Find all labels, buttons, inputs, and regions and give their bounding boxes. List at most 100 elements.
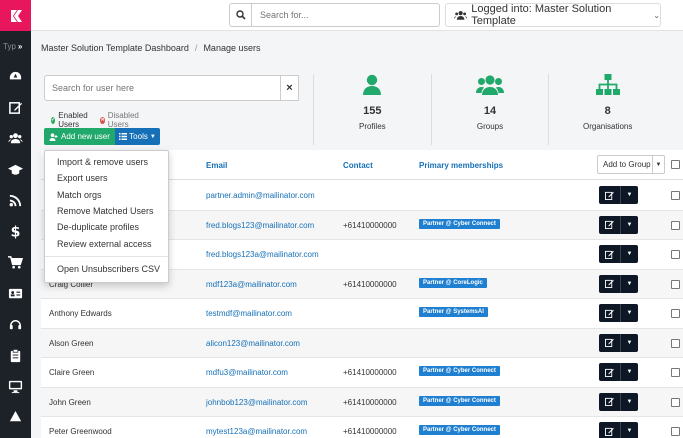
id-card-icon[interactable] [0, 278, 31, 309]
tools-button[interactable]: Tools ▼ [115, 128, 160, 145]
column-contact[interactable]: Contact [343, 161, 373, 170]
row-actions-caret-icon[interactable]: ▼ [621, 369, 638, 375]
user-email[interactable]: fred.blogs123@mailinator.com [206, 221, 314, 230]
row-checkbox[interactable] [671, 368, 680, 377]
add-to-group-caret-icon[interactable]: ▼ [652, 155, 665, 174]
user-email[interactable]: mdf123a@mailinator.com [206, 280, 297, 289]
user-name[interactable]: Peter Greenwood [49, 427, 112, 436]
membership-badge: Partner @ CoreLogic [419, 277, 487, 288]
table-row[interactable]: Anthony Edwards testmdf@mailinator.com Par… [41, 299, 683, 329]
expand-icon[interactable]: » [18, 42, 22, 51]
edit-button[interactable] [599, 363, 621, 381]
add-new-user-label: Add new user [61, 132, 110, 141]
menu-item-remove-matched-users[interactable]: Remove Matched Users [45, 203, 168, 219]
tools-label: Tools [129, 132, 148, 141]
row-actions-caret-icon[interactable]: ▼ [621, 428, 638, 434]
row-actions-caret-icon[interactable]: ▼ [621, 222, 638, 228]
membership-badge: Partner @ Cyber Connect [419, 395, 500, 406]
row-actions-caret-icon[interactable]: ▼ [621, 251, 638, 257]
dashboard-icon[interactable] [0, 61, 31, 92]
row-actions-caret-icon[interactable]: ▼ [621, 192, 638, 198]
select-all-checkbox[interactable] [671, 160, 680, 169]
user-email[interactable]: johnbob123@mailinator.com [206, 398, 308, 407]
table-row[interactable]: Claire Green mdfu3@mailinator.com +6141000… [41, 358, 683, 388]
row-checkbox[interactable] [671, 338, 680, 348]
edit-button[interactable] [599, 304, 621, 322]
row-checkbox[interactable] [671, 427, 680, 436]
monitor-icon[interactable] [0, 371, 31, 402]
user-email[interactable]: testmdf@mailinator.com [206, 309, 292, 318]
column-primary-memberships[interactable]: Primary memberships [419, 161, 503, 170]
row-checkbox[interactable] [671, 220, 680, 230]
edit-button[interactable] [599, 422, 621, 438]
row-actions-caret-icon[interactable]: ▼ [621, 340, 638, 346]
dollar-icon[interactable]: $ [0, 216, 31, 247]
org-chart-icon [595, 74, 620, 95]
row-checkbox[interactable] [671, 397, 680, 407]
edit-button[interactable] [599, 392, 621, 411]
edit-icon[interactable] [0, 92, 31, 123]
user-name[interactable]: Anthony Edwards [49, 309, 112, 318]
menu-item-export-users[interactable]: Export users [45, 170, 168, 186]
rss-icon[interactable] [0, 185, 31, 216]
clipboard-icon[interactable] [0, 340, 31, 371]
global-search-input[interactable] [251, 3, 440, 27]
breadcrumb-dashboard[interactable]: Master Solution Template Dashboard [41, 43, 189, 53]
table-row[interactable]: Alson Green alicon123@mailinator.com ▼ [41, 328, 683, 358]
row-actions: ▼ [599, 215, 638, 234]
stat-groups-label: Groups [476, 122, 504, 131]
row-checkbox[interactable] [671, 191, 680, 200]
user-email[interactable]: fred.blogs123a@mailinator.com [206, 250, 319, 259]
user-email[interactable]: mdfu3@mailinator.com [206, 368, 288, 377]
table-row[interactable]: Peter Greenwood mytest123a@mailinator.com… [41, 417, 683, 438]
edit-button[interactable] [599, 186, 621, 204]
user-name[interactable]: Claire Green [49, 368, 94, 377]
row-actions-caret-icon[interactable]: ▼ [621, 281, 638, 287]
row-checkbox[interactable] [671, 279, 680, 289]
search-icon [235, 10, 246, 20]
user-email[interactable]: alicon123@mailinator.com [206, 339, 300, 348]
add-new-user-button[interactable]: Add new user [44, 128, 115, 145]
menu-item-deduplicate-profiles[interactable]: De-duplicate profiles [45, 219, 168, 235]
edit-button[interactable] [599, 245, 621, 263]
graduation-cap-icon[interactable] [0, 154, 31, 185]
cart-icon[interactable] [0, 247, 31, 278]
user-name[interactable]: John Green [49, 398, 91, 407]
row-actions: ▼ [599, 392, 638, 411]
headset-icon[interactable] [0, 309, 31, 340]
row-actions-caret-icon[interactable]: ▼ [621, 310, 638, 316]
clear-search-button[interactable]: × [281, 75, 299, 101]
table-row[interactable]: John Green johnbob123@mailinator.com +6141… [41, 387, 683, 417]
app-logo[interactable] [0, 0, 31, 31]
top-bar: Logged into: Master Solution Template ⌄ [31, 0, 683, 31]
user-email[interactable]: partner.admin@mailinator.com [206, 191, 315, 200]
user-email[interactable]: mytest123a@mailinator.com [206, 427, 307, 436]
edit-button[interactable] [599, 333, 621, 352]
menu-item-open-unsubscribers-csv[interactable]: Open Unsubscribers CSV [45, 261, 168, 277]
edit-button[interactable] [599, 274, 621, 293]
login-dropdown[interactable]: Logged into: Master Solution Template ⌄ [445, 3, 661, 27]
stat-groups[interactable]: 14 Groups [430, 74, 549, 145]
users-icon[interactable] [0, 123, 31, 154]
menu-item-import-remove-users[interactable]: Import & remove users [45, 154, 168, 170]
row-checkbox[interactable] [671, 309, 680, 318]
menu-item-review-external-access[interactable]: Review external access [45, 235, 168, 251]
row-actions-caret-icon[interactable]: ▼ [621, 399, 638, 405]
search-button[interactable] [229, 3, 251, 27]
row-checkbox[interactable] [671, 250, 680, 259]
stat-profiles-value: 155 [363, 105, 382, 117]
column-email[interactable]: Email [206, 161, 227, 170]
chevron-down-icon: ⌄ [653, 10, 660, 20]
tree-icon[interactable] [0, 402, 31, 433]
edit-button[interactable] [599, 215, 621, 234]
type-toggle[interactable]: Typ» [0, 31, 31, 61]
user-name[interactable]: Alson Green [49, 339, 93, 348]
edit-icon [605, 309, 614, 318]
filter-disabled-users[interactable]: ✕ Disabled Users [100, 111, 141, 129]
check-icon: ✓ [51, 116, 56, 124]
stat-profiles[interactable]: 155 Profiles [313, 74, 431, 145]
user-search-input[interactable] [44, 75, 281, 101]
menu-item-match-orgs[interactable]: Match orgs [45, 187, 168, 203]
filter-enabled-users[interactable]: ✓ Enabled Users [51, 111, 90, 129]
stat-organisations[interactable]: 8 Organisations [548, 74, 666, 145]
